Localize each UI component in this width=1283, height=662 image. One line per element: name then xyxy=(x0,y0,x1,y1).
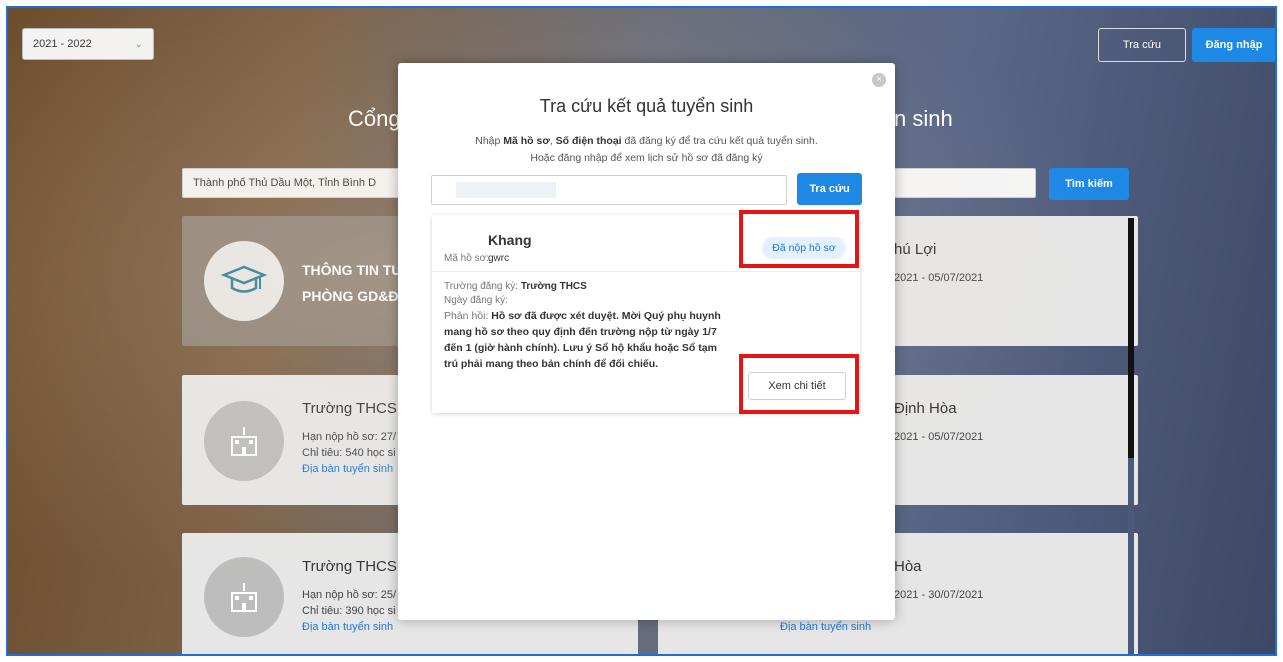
school-card-title: Định Hòa xyxy=(894,400,957,417)
result-school-label: Trường đăng ký: xyxy=(444,281,519,292)
school-card-area-link[interactable]: Địa bàn tuyển sinh xyxy=(780,621,871,633)
view-detail-button[interactable]: Xem chi tiết xyxy=(748,372,846,400)
modal-lookup-button[interactable]: Tra cứu xyxy=(797,173,862,205)
result-code-value: gwrc xyxy=(488,253,510,264)
search-input[interactable] xyxy=(888,168,1036,198)
lookup-modal: × Tra cứu kết quả tuyển sinh Nhập Mã hồ … xyxy=(398,63,895,620)
redacted-value xyxy=(456,182,556,198)
school-card-quota: Chỉ tiêu: 540 học si xyxy=(302,447,396,459)
desc-line-2: Hoặc đăng nhập để xem lịch sử hồ sơ đã đ… xyxy=(530,152,763,164)
school-card-title: Trường THCS P xyxy=(302,400,412,417)
school-card-area-link[interactable]: Địa bàn tuyển sinh xyxy=(302,621,393,633)
school-card-quota: Chỉ tiêu: 390 học si xyxy=(302,605,396,617)
result-name: Khang xyxy=(488,232,532,248)
graduation-cap-icon xyxy=(204,241,284,321)
page-title-right: n sinh xyxy=(894,106,953,131)
close-icon[interactable]: × xyxy=(872,73,886,87)
result-card: Khang Mã hồ sơ: gwrc Đã nộp hồ sơ Trường… xyxy=(432,215,860,413)
lookup-input[interactable] xyxy=(431,175,787,205)
school-card-area-link[interactable]: Địa bàn tuyển sinh xyxy=(302,463,393,475)
result-school-value: Trường THCS xyxy=(520,281,587,292)
school-card-deadline: Hạn nộp hồ sơ: 27/ xyxy=(302,431,397,443)
search-button[interactable]: Tìm kiếm xyxy=(1049,168,1129,200)
school-card-title: Hòa xyxy=(894,558,922,575)
result-date-label: Ngày đăng ký: xyxy=(444,295,508,306)
school-card-title: Trường THCS N xyxy=(302,558,412,575)
lookup-button[interactable]: Tra cứu xyxy=(1098,28,1186,62)
desc-bold-phone: Số điện thoại xyxy=(555,135,622,147)
login-button[interactable]: Đăng nhập xyxy=(1192,28,1275,62)
desc-suffix: đã đăng ký để tra cứu kết quả tuyển sinh… xyxy=(621,135,818,147)
school-card-dates: 2021 - 05/07/2021 xyxy=(894,272,984,284)
modal-description: Nhập Mã hồ sơ, Số điện thoại đã đăng ký … xyxy=(398,133,895,167)
year-select-value: 2021 - 2022 xyxy=(33,38,92,50)
school-card-deadline: Hạn nộp hồ sơ: 25/ xyxy=(302,589,397,601)
desc-prefix: Nhập xyxy=(475,135,504,147)
result-code-label: Mã hồ sơ: xyxy=(444,253,489,264)
chevron-down-icon: ⌄ xyxy=(134,38,143,50)
school-card-title: hú Lợi xyxy=(894,241,937,258)
desc-bold-code: Mã hồ sơ xyxy=(503,135,550,147)
school-card-dates: 2021 - 05/07/2021 xyxy=(894,431,984,443)
info-card-title-2: PHÒNG GD&ĐT xyxy=(302,288,407,304)
status-badge: Đã nộp hồ sơ xyxy=(762,237,846,259)
district-select[interactable]: Thành phố Thủ Dầu Một, Tỉnh Bình D xyxy=(182,168,407,198)
result-divider xyxy=(432,271,860,272)
modal-title: Tra cứu kết quả tuyển sinh xyxy=(539,96,754,116)
scrollbar-thumb[interactable] xyxy=(1128,218,1134,458)
school-card-dates: 2021 - 30/07/2021 xyxy=(894,589,984,601)
year-select[interactable]: 2021 - 2022 ⌄ xyxy=(22,28,154,60)
page-title-left: Cổng xyxy=(348,106,401,131)
school-building-icon xyxy=(204,401,284,481)
result-date-row: Ngày đăng ký: xyxy=(444,295,508,306)
school-building-icon xyxy=(204,557,284,637)
info-card-title-1: THÔNG TIN TU xyxy=(302,262,402,278)
result-feedback: Phản hồi: Hồ sơ đã được xét duyệt. Mời Q… xyxy=(444,308,726,372)
result-feedback-label: Phản hồi: xyxy=(444,310,489,322)
result-school-row: Trường đăng ký: Trường THCS xyxy=(444,281,587,292)
